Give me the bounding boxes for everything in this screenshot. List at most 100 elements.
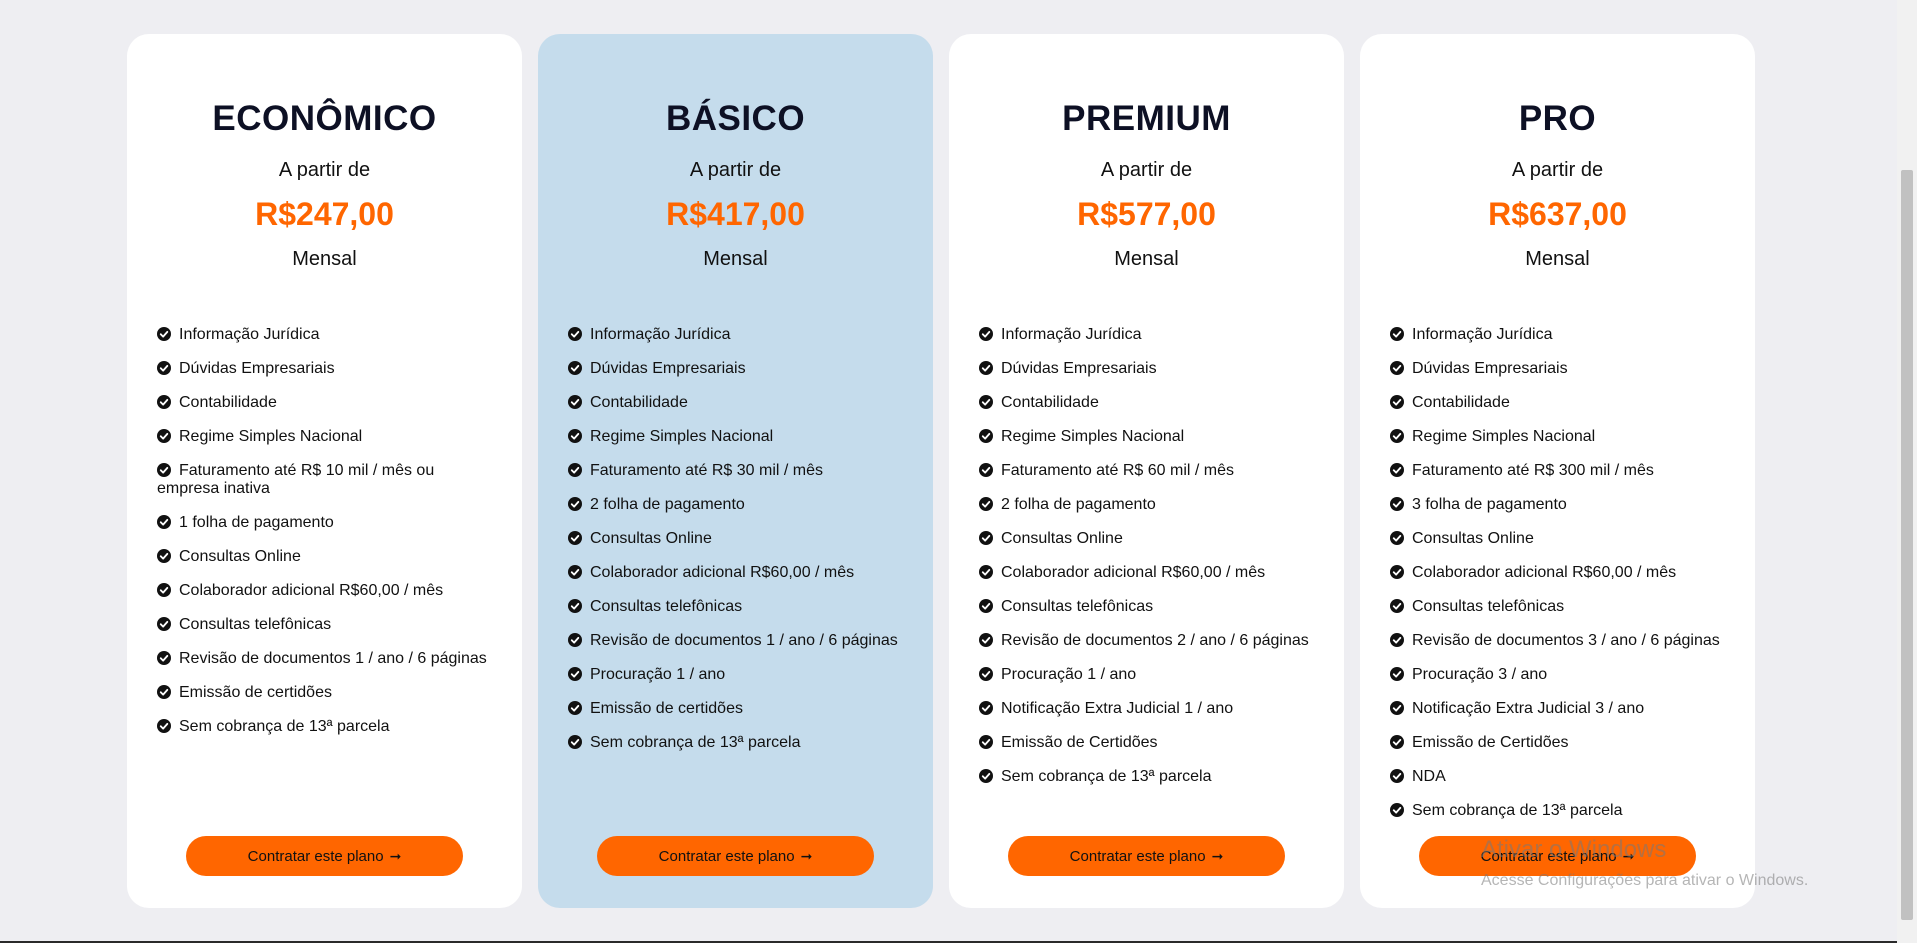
feature-item: Faturamento até R$ 10 mil / mês ou empre… <box>157 462 488 498</box>
feature-item: Contabilidade <box>568 394 899 412</box>
arrow-right-icon: ➞ <box>1211 847 1224 864</box>
feature-item: Emissão de certidões <box>157 684 488 702</box>
feature-text: Colaborador adicional R$60,00 / mês <box>1412 564 1677 581</box>
check-circle-icon <box>157 719 171 733</box>
feature-item: Informação Jurídica <box>568 326 899 344</box>
check-circle-icon <box>157 327 171 341</box>
vertical-scrollbar[interactable] <box>1897 0 1917 943</box>
billing-period: Mensal <box>1525 248 1590 270</box>
feature-item: Dúvidas Empresariais <box>157 360 488 378</box>
contract-plan-label: Contratar este plano <box>658 847 795 865</box>
feature-text: Consultas telefônicas <box>1001 598 1154 615</box>
feature-text: Informação Jurídica <box>179 326 320 343</box>
feature-item: Notificação Extra Judicial 1 / ano <box>979 700 1310 718</box>
feature-text: Emissão de Certidões <box>1412 734 1569 751</box>
feature-item: Contabilidade <box>1390 394 1721 412</box>
check-circle-icon <box>568 463 582 477</box>
feature-item: Informação Jurídica <box>979 326 1310 344</box>
feature-text: Faturamento até R$ 300 mil / mês <box>1412 462 1654 479</box>
feature-item: Dúvidas Empresariais <box>1390 360 1721 378</box>
feature-text: Informação Jurídica <box>590 326 731 343</box>
feature-text: Emissão de Certidões <box>1001 734 1158 751</box>
feature-text: Dúvidas Empresariais <box>590 360 746 377</box>
check-circle-icon <box>979 463 993 477</box>
check-circle-icon <box>568 599 582 613</box>
arrow-right-icon: ➞ <box>389 847 402 864</box>
feature-list: Informação Jurídica Dúvidas Empresariais C… <box>979 326 1310 786</box>
plan-name: PREMIUM <box>1062 99 1231 138</box>
check-circle-icon <box>568 361 582 375</box>
contract-plan-button[interactable]: Contratar este plano ➞ <box>186 836 463 876</box>
feature-item: Faturamento até R$ 300 mil / mês <box>1390 462 1721 480</box>
feature-text: Consultas telefônicas <box>590 598 743 615</box>
check-circle-icon <box>1390 735 1404 749</box>
feature-item: Regime Simples Nacional <box>1390 428 1721 446</box>
feature-text: Sem cobrança de 13ª parcela <box>1001 768 1212 785</box>
feature-text: Sem cobrança de 13ª parcela <box>179 718 390 735</box>
feature-item: Procuração 3 / ano <box>1390 666 1721 684</box>
plan-price: R$637,00 <box>1488 196 1627 232</box>
feature-list: Informação Jurídica Dúvidas Empresariais C… <box>157 326 488 736</box>
feature-item: Dúvidas Empresariais <box>979 360 1310 378</box>
check-circle-icon <box>1390 667 1404 681</box>
scrollbar-thumb[interactable] <box>1901 170 1913 920</box>
pricing-page: ECONÔMICO A partir de R$247,00 Mensal Inform… <box>0 0 1917 943</box>
feature-item: Notificação Extra Judicial 3 / ano <box>1390 700 1721 718</box>
feature-item: 2 folha de pagamento <box>979 496 1310 514</box>
contract-plan-button[interactable]: Contratar este plano ➞ <box>597 836 874 876</box>
feature-item: Consultas telefônicas <box>157 616 488 634</box>
plan-card: PRO A partir de R$637,00 Mensal Informação … <box>1360 34 1755 908</box>
feature-text: Faturamento até R$ 10 mil / mês ou empre… <box>157 462 435 497</box>
feature-text: Colaborador adicional R$60,00 / mês <box>179 582 444 599</box>
check-circle-icon <box>979 735 993 749</box>
contract-plan-button[interactable]: Contratar este plano ➞ <box>1008 836 1285 876</box>
feature-text: 1 folha de pagamento <box>179 514 334 531</box>
feature-text: Procuração 3 / ano <box>1412 666 1548 683</box>
feature-text: Informação Jurídica <box>1412 326 1553 343</box>
price-prefix: A partir de <box>1100 159 1193 181</box>
feature-item: Faturamento até R$ 30 mil / mês <box>568 462 899 480</box>
feature-item: 2 folha de pagamento <box>568 496 899 514</box>
contract-plan-label: Contratar este plano <box>247 847 384 865</box>
feature-item: Consultas Online <box>979 530 1310 548</box>
feature-item: Sem cobrança de 13ª parcela <box>568 734 899 752</box>
feature-item: Regime Simples Nacional <box>568 428 899 446</box>
feature-item: Revisão de documentos 1 / ano / 6 página… <box>157 650 488 668</box>
feature-item: Regime Simples Nacional <box>157 428 488 446</box>
feature-item: Informação Jurídica <box>1390 326 1721 344</box>
feature-item: Consultas telefônicas <box>979 598 1310 616</box>
check-circle-icon <box>1390 395 1404 409</box>
check-circle-icon <box>157 617 171 631</box>
check-circle-icon <box>157 651 171 665</box>
feature-item: Dúvidas Empresariais <box>568 360 899 378</box>
check-circle-icon <box>1390 497 1404 511</box>
feature-text: Emissão de certidões <box>179 684 332 701</box>
feature-item: Revisão de documentos 3 / ano / 6 página… <box>1390 632 1721 650</box>
feature-text: Notificação Extra Judicial 3 / ano <box>1412 700 1645 717</box>
check-circle-icon <box>979 361 993 375</box>
feature-text: Contabilidade <box>1001 394 1099 411</box>
check-circle-icon <box>157 549 171 563</box>
check-circle-icon <box>1390 769 1404 783</box>
feature-text: Dúvidas Empresariais <box>179 360 335 377</box>
check-circle-icon <box>1390 463 1404 477</box>
arrow-right-icon: ➞ <box>800 847 813 864</box>
feature-text: Contabilidade <box>1412 394 1510 411</box>
feature-text: NDA <box>1412 768 1446 785</box>
feature-item: Emissão de Certidões <box>1390 734 1721 752</box>
feature-item: Contabilidade <box>157 394 488 412</box>
check-circle-icon <box>1390 361 1404 375</box>
feature-text: 2 folha de pagamento <box>590 496 745 513</box>
check-circle-icon <box>157 361 171 375</box>
check-circle-icon <box>157 395 171 409</box>
billing-period: Mensal <box>703 248 768 270</box>
feature-text: 2 folha de pagamento <box>1001 496 1156 513</box>
pricing-plans: ECONÔMICO A partir de R$247,00 Mensal Inform… <box>127 34 1755 908</box>
check-circle-icon <box>1390 701 1404 715</box>
feature-text: Consultas telefônicas <box>179 616 332 633</box>
feature-item: Revisão de documentos 2 / ano / 6 página… <box>979 632 1310 650</box>
check-circle-icon <box>568 565 582 579</box>
price-prefix: A partir de <box>1511 159 1604 181</box>
check-circle-icon <box>979 667 993 681</box>
feature-item: Sem cobrança de 13ª parcela <box>1390 802 1721 820</box>
